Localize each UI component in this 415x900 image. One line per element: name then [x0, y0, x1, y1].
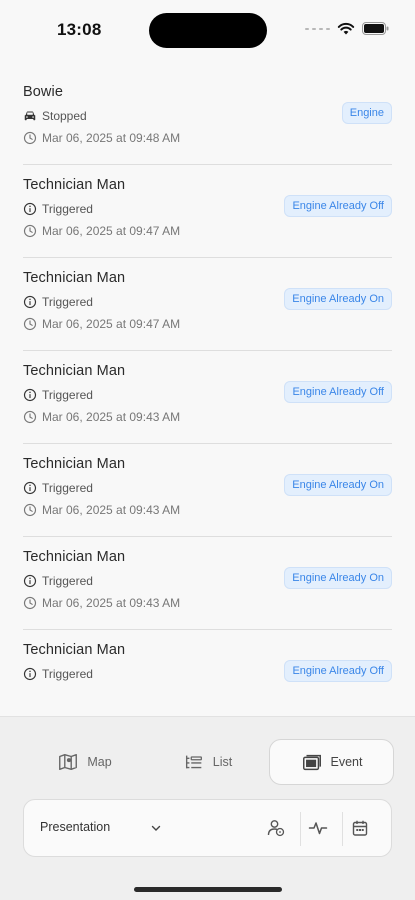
view-tabs: Map List Event — [23, 739, 394, 785]
event-item[interactable]: Technician Man Triggered Mar 06, 2025 at… — [23, 537, 392, 630]
event-timestamp: Mar 06, 2025 at 09:47 AM — [42, 224, 181, 238]
event-badge: Engine Already Off — [284, 381, 392, 403]
driver-button[interactable] — [262, 814, 290, 842]
clock-icon — [23, 596, 37, 610]
clock-icon — [23, 131, 37, 145]
event-badge: Engine — [341, 102, 392, 124]
driver-icon — [267, 820, 285, 837]
calendar-icon — [352, 820, 368, 836]
event-item[interactable]: Technician Man Triggered Mar 06, 2025 at… — [23, 258, 392, 351]
tab-list[interactable]: List — [146, 739, 269, 785]
event-status-row: Stopped — [23, 109, 87, 123]
info-icon — [23, 388, 37, 402]
event-title: Technician Man — [23, 549, 126, 565]
controls-bar: Presentation — [23, 799, 392, 857]
event-timestamp: Mar 06, 2025 at 09:43 AM — [42, 503, 181, 517]
status-icons — [305, 22, 389, 35]
event-badge: Engine Already Off — [284, 195, 392, 217]
event-status-row: Triggered — [23, 481, 93, 495]
car-icon — [24, 111, 36, 121]
tab-label: Map — [87, 755, 112, 769]
event-item[interactable]: Technician Man Triggered Mar 06, 2025 at… — [23, 351, 392, 444]
event-status-row: Triggered — [23, 574, 93, 588]
info-icon — [23, 667, 37, 681]
event-item[interactable]: Technician Man Triggered Mar 06, 2025 at… — [23, 444, 392, 537]
event-item[interactable]: Technician Man Triggered Mar 06, 2025 at… — [23, 165, 392, 258]
event-title: Bowie — [23, 84, 63, 100]
dynamic-island — [149, 13, 267, 48]
event-status-row: Triggered — [23, 388, 93, 402]
bottom-panel: Map List Event Presentation — [0, 716, 415, 900]
event-status: Triggered — [42, 667, 93, 681]
event-status: Stopped — [42, 109, 87, 123]
event-title: Technician Man — [23, 642, 126, 658]
event-timestamp: Mar 06, 2025 at 09:48 AM — [42, 131, 181, 145]
signal-icon — [305, 27, 330, 30]
event-time-row: Mar 06, 2025 at 09:48 AM — [23, 131, 180, 145]
tab-map[interactable]: Map — [23, 739, 146, 785]
event-title: Technician Man — [23, 456, 126, 472]
status-time: 13:08 — [57, 20, 102, 39]
divider — [342, 812, 343, 846]
event-title: Technician Man — [23, 363, 126, 379]
event-item[interactable]: Bowie Stopped Mar 06, 2025 at 09:48 AM E… — [23, 72, 392, 165]
divider — [300, 812, 301, 846]
clock-icon — [23, 224, 37, 238]
tab-event[interactable]: Event — [269, 739, 394, 785]
event-title: Technician Man — [23, 177, 126, 193]
event-icon — [302, 754, 321, 771]
event-time-row: Mar 06, 2025 at 09:47 AM — [23, 224, 180, 238]
calendar-button[interactable] — [346, 814, 374, 842]
event-status: Triggered — [42, 295, 93, 309]
event-list: Bowie Stopped Mar 06, 2025 at 09:48 AM E… — [0, 72, 415, 723]
event-timestamp: Mar 06, 2025 at 09:47 AM — [42, 317, 181, 331]
chevron-down-icon[interactable] — [150, 822, 162, 834]
event-status-row: Triggered — [23, 295, 93, 309]
clock-icon — [23, 503, 37, 517]
event-status-row: Triggered — [23, 667, 93, 681]
presentation-select[interactable]: Presentation — [40, 820, 110, 834]
event-badge: Engine Already Off — [284, 660, 392, 682]
event-status: Triggered — [42, 202, 93, 216]
event-time-row: Mar 06, 2025 at 09:43 AM — [23, 410, 180, 424]
clock-icon — [23, 317, 37, 331]
event-status: Triggered — [42, 574, 93, 588]
event-timestamp: Mar 06, 2025 at 09:43 AM — [42, 596, 181, 610]
battery-icon — [362, 22, 389, 35]
clock-icon — [23, 410, 37, 424]
info-icon — [23, 481, 37, 495]
event-status-row: Triggered — [23, 202, 93, 216]
event-time-row: Mar 06, 2025 at 09:43 AM — [23, 503, 180, 517]
tab-label: List — [212, 755, 233, 769]
event-timestamp: Mar 06, 2025 at 09:43 AM — [42, 410, 181, 424]
info-icon — [23, 295, 37, 309]
info-icon — [23, 574, 37, 588]
event-title: Technician Man — [23, 270, 126, 286]
info-icon — [23, 202, 37, 216]
list-icon — [185, 755, 202, 769]
event-item[interactable]: Technician Man Triggered Engine Already … — [23, 630, 392, 723]
event-badge: Engine Already On — [284, 474, 392, 496]
status-bar: 13:08 — [0, 0, 415, 62]
wifi-icon — [337, 22, 355, 35]
event-badge: Engine Already On — [284, 288, 392, 310]
home-indicator[interactable] — [134, 887, 282, 892]
tab-label: Event — [330, 755, 363, 769]
event-badge: Engine Already On — [284, 567, 392, 589]
event-status: Triggered — [42, 481, 93, 495]
event-time-row: Mar 06, 2025 at 09:47 AM — [23, 317, 180, 331]
event-time-row: Mar 06, 2025 at 09:43 AM — [23, 596, 180, 610]
activity-button[interactable] — [304, 814, 332, 842]
activity-icon — [308, 822, 328, 835]
map-icon — [59, 753, 78, 771]
event-status: Triggered — [42, 388, 93, 402]
